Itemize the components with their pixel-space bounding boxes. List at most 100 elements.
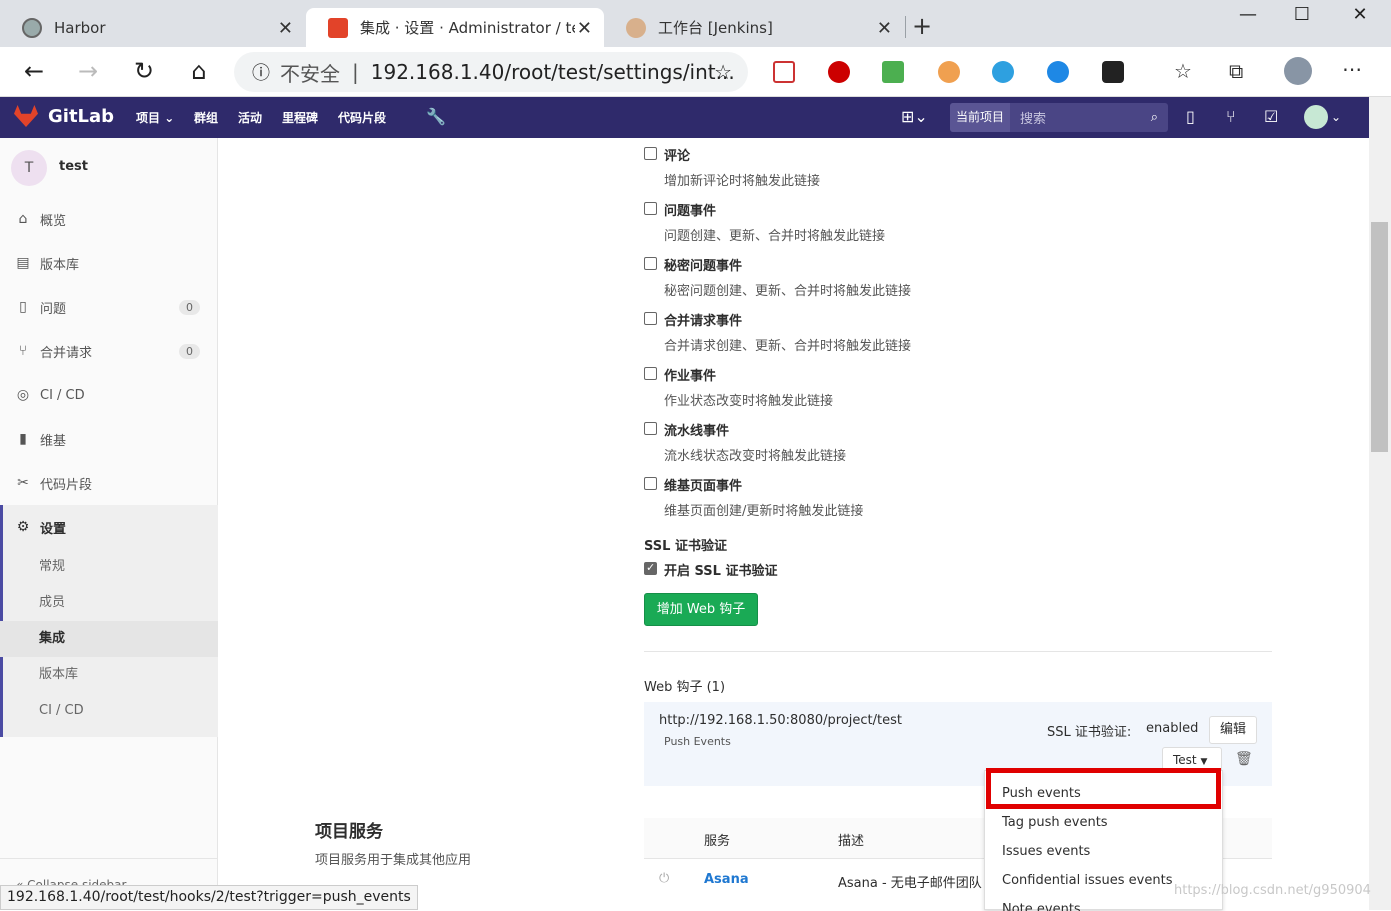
trigger-label: 流水线事件 (664, 424, 730, 439)
nav-groups[interactable]: 群组 (194, 109, 218, 126)
settings-integrations[interactable]: 集成 (0, 621, 218, 657)
sidebar-item-snippets[interactable]: ✂ 代码片段 (0, 461, 218, 505)
browser-tab-bar: Harbor ✕ 集成 · 设置 · Administrator / test … (0, 0, 1391, 47)
scissors-icon: ✂ (17, 475, 29, 491)
dropdown-item-tag-push-events[interactable]: Tag push events (1002, 815, 1108, 830)
chevron-down-icon[interactable]: ⌄ (1331, 110, 1341, 124)
nav-snippets[interactable]: 代码片段 (338, 109, 386, 126)
service-asana-link[interactable]: Asana (704, 872, 749, 887)
gitlab-favicon-icon (328, 17, 348, 38)
tab-harbor[interactable]: Harbor ✕ (0, 8, 305, 47)
gitlab-logo[interactable]: GitLab (14, 105, 114, 127)
extension-icon[interactable] (1102, 61, 1124, 83)
trigger-hint: 维基页面创建/更新时将触发此链接 (664, 504, 864, 519)
favorites-icon[interactable]: ☆ (1174, 59, 1192, 83)
new-tab-icon[interactable]: + (912, 12, 932, 40)
search-input[interactable]: 搜索 (1010, 108, 1151, 127)
issues-count: 0 (179, 299, 200, 315)
off-extension-icon[interactable] (882, 61, 904, 83)
pocket-extension-icon[interactable] (773, 61, 795, 83)
search-scope[interactable]: 当前项目 (950, 103, 1011, 132)
new-plus-icon[interactable]: ⊞⌄ (901, 107, 928, 126)
home-icon[interactable]: ⌂ (183, 57, 215, 85)
nav-activity[interactable]: 活动 (238, 109, 262, 126)
project-name[interactable]: test (59, 159, 88, 174)
webhook-events: Push Events (664, 735, 731, 748)
nav-milestones[interactable]: 里程碑 (282, 109, 318, 126)
trigger-label: 维基页面事件 (664, 479, 743, 494)
issues-icon[interactable]: ▯ (1186, 107, 1195, 126)
edit-webhook-button[interactable]: 编辑 (1209, 716, 1257, 744)
ssl-checkbox-label: 开启 SSL 证书验证 (664, 564, 778, 579)
home-icon: ⌂ (18, 211, 28, 227)
extension-icon[interactable] (992, 61, 1014, 83)
tab-gitlab[interactable]: 集成 · 设置 · Administrator / test ✕ (306, 8, 604, 47)
maximize-icon[interactable]: ☐ (1279, 4, 1325, 25)
trigger-checkbox[interactable] (644, 477, 657, 490)
sidebar-item-overview[interactable]: ⌂ 概览 (0, 197, 218, 241)
sidebar-item-merge-requests[interactable]: ⑂ 合并请求 0 (0, 329, 218, 373)
settings-repository[interactable]: 版本库 (0, 657, 218, 693)
user-avatar[interactable] (1304, 105, 1328, 129)
add-webhook-button[interactable]: 增加 Web 钩子 (644, 593, 758, 626)
reload-icon[interactable]: ↻ (128, 57, 160, 85)
dropdown-item-issues-events[interactable]: Issues events (1002, 844, 1090, 859)
sidebar-item-repository[interactable]: ▤ 版本库 (0, 241, 218, 285)
more-icon[interactable]: ⋯ (1342, 57, 1362, 81)
page-scrollbar[interactable] (1369, 97, 1391, 910)
todos-icon[interactable]: ☑ (1264, 107, 1278, 126)
gitlab-header: GitLab 项目 ⌄ 群组 活动 里程碑 代码片段 🔧 ⊞⌄ 当前项目 搜索 … (0, 97, 1369, 138)
minimize-icon[interactable]: — (1225, 4, 1271, 25)
address-bar[interactable]: ⓘ 不安全 | 192.168.1.40/root/test/settings/… (234, 52, 748, 92)
browser-toolbar: ← → ↻ ⌂ ⓘ 不安全 | 192.168.1.40/root/test/s… (0, 47, 1391, 97)
sidebar-item-settings[interactable]: ⚙ 设置 (0, 505, 218, 549)
close-icon[interactable]: ✕ (877, 18, 892, 39)
url-text: 192.168.1.40/root/test/settings/int... (370, 60, 735, 84)
trigger-checkbox[interactable] (644, 422, 657, 435)
trigger-label: 评论 (664, 149, 691, 164)
gear-icon: ⚙ (16, 519, 30, 535)
ssl-checkbox[interactable] (644, 561, 657, 575)
admin-wrench-icon[interactable]: 🔧 (426, 107, 446, 126)
settings-general[interactable]: 常规 (0, 549, 218, 585)
close-icon[interactable]: ✕ (577, 18, 592, 39)
trigger-hint: 流水线状态改变时将触发此链接 (664, 449, 847, 464)
project-avatar[interactable]: T (11, 150, 47, 186)
sidebar-item-cicd[interactable]: ◎ CI / CD (0, 373, 218, 417)
extension-icon[interactable] (938, 61, 960, 83)
merge-request-icon: ⑂ (18, 343, 28, 359)
doc-icon: ▤ (16, 255, 30, 271)
window-close-icon[interactable]: ✕ (1337, 4, 1383, 25)
profile-avatar[interactable] (1284, 57, 1312, 85)
webhooks-heading: Web 钩子 (1) (644, 680, 726, 695)
nav-projects[interactable]: 项目 ⌄ (136, 109, 174, 126)
search-icon: ⌕ (1150, 110, 1158, 125)
trigger-checkbox[interactable] (644, 202, 657, 215)
extension-icon[interactable] (1047, 61, 1069, 83)
close-icon[interactable]: ✕ (278, 18, 293, 39)
trigger-checkbox[interactable] (644, 367, 657, 380)
forward-icon[interactable]: → (72, 57, 104, 85)
col-desc: 描述 (838, 834, 865, 849)
trash-icon[interactable]: 🗑 (1235, 751, 1253, 767)
sidebar-item-issues[interactable]: ▯ 问题 0 (0, 285, 218, 329)
tab-jenkins[interactable]: 工作台 [Jenkins] ✕ (604, 8, 904, 47)
merge-requests-icon[interactable]: ⑂ (1226, 107, 1236, 126)
settings-cicd[interactable]: CI / CD (0, 693, 218, 729)
adblock-extension-icon[interactable] (828, 61, 850, 83)
dropdown-item-confidential-issues-events[interactable]: Confidential issues events (1002, 873, 1172, 888)
scrollbar-thumb[interactable] (1371, 222, 1388, 452)
webhook-ssl-label: SSL 证书验证: (1047, 725, 1132, 740)
settings-members[interactable]: 成员 (0, 585, 218, 621)
sidebar-item-wiki[interactable]: ▮ 维基 (0, 417, 218, 461)
trigger-hint: 秘密问题创建、更新、合并时将触发此链接 (664, 284, 912, 299)
trigger-checkbox[interactable] (644, 257, 657, 270)
trigger-hint: 合并请求创建、更新、合并时将触发此链接 (664, 339, 912, 354)
trigger-checkbox[interactable] (644, 312, 657, 325)
back-icon[interactable]: ← (18, 57, 50, 85)
favorite-star-icon[interactable]: ☆ (714, 60, 732, 84)
collections-icon[interactable]: ⧉ (1229, 59, 1243, 83)
trigger-checkbox[interactable] (644, 147, 657, 160)
search-box[interactable]: 当前项目 搜索 ⌕ (950, 103, 1168, 132)
highlight-box (986, 768, 1221, 809)
